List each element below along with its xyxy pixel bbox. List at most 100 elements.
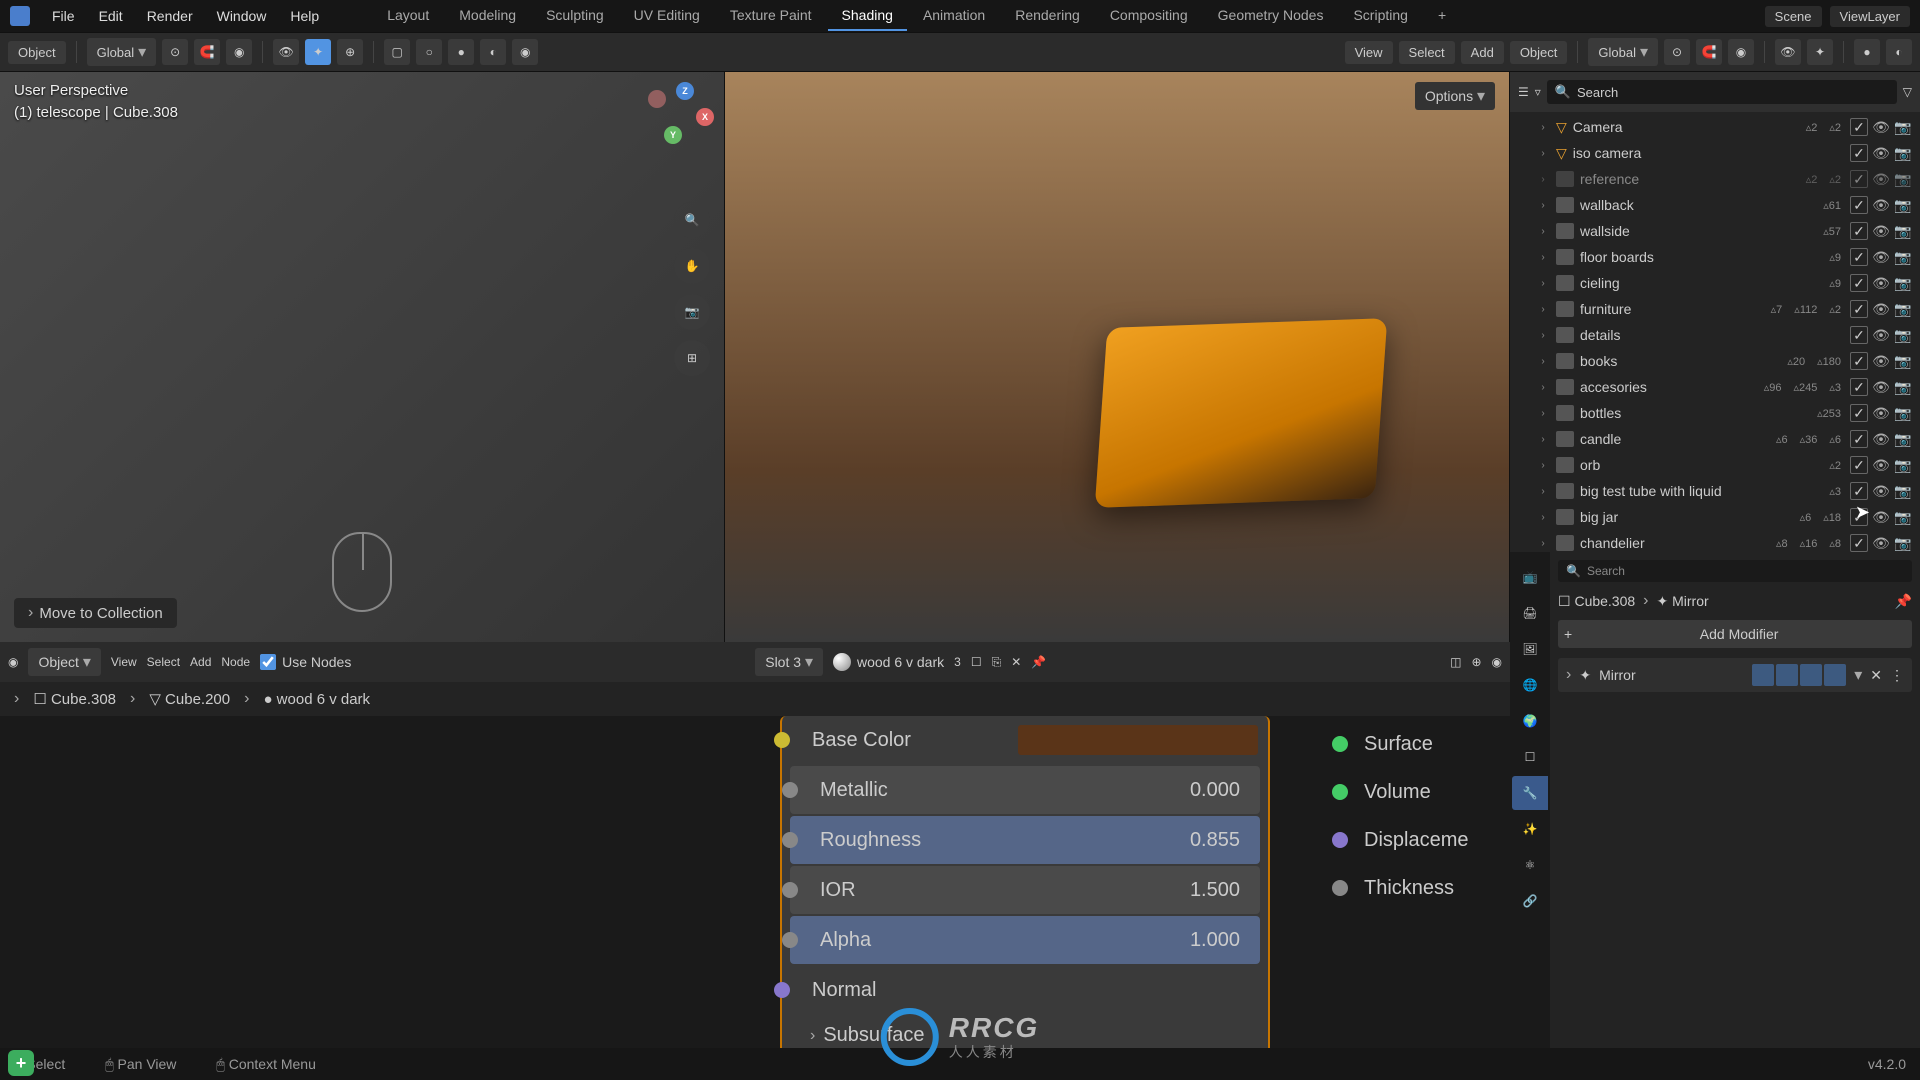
bsdf-node[interactable]: Base ColorMetallic0.000Roughness0.855IOR…	[780, 716, 1270, 1048]
prop-tab-particles[interactable]: ✨	[1512, 812, 1548, 846]
proportional-icon[interactable]: ◉	[226, 39, 252, 65]
prop-tab-render[interactable]: 📺	[1512, 560, 1548, 594]
outliner-type-icon[interactable]: ☰	[1518, 85, 1529, 99]
new-material-icon[interactable]: ☐	[971, 655, 982, 669]
material-selector[interactable]: wood 6 v dark	[833, 653, 944, 671]
tab-scripting[interactable]: Scripting	[1339, 1, 1421, 31]
outliner-item-floor-boards[interactable]: ›floor boards▵9✓👁📷	[1510, 244, 1920, 270]
filter-icon[interactable]: ▽	[1903, 85, 1912, 99]
outliner-item-furniture[interactable]: ›furniture▵7▵112▵2✓👁📷	[1510, 296, 1920, 322]
outliner-item-cieling[interactable]: ›cieling▵9✓👁📷	[1510, 270, 1920, 296]
axis-neg-icon[interactable]	[648, 90, 666, 108]
gizmo-icon[interactable]: ✦	[1807, 39, 1833, 65]
tab-compositing[interactable]: Compositing	[1096, 1, 1202, 31]
axis-x-icon[interactable]: X	[696, 108, 714, 126]
use-nodes-input[interactable]	[260, 654, 276, 670]
crumb-object[interactable]: ☐ Cube.308	[33, 690, 116, 708]
viewport-right[interactable]: Options ▾	[725, 72, 1510, 642]
prop-tab-world[interactable]: 🌍	[1512, 704, 1548, 738]
node-view-menu[interactable]: View	[111, 655, 137, 669]
node-add-menu[interactable]: Add	[190, 655, 211, 669]
camera-icon[interactable]: 📷	[674, 294, 710, 330]
properties-search[interactable]: 🔍 Search	[1558, 560, 1912, 582]
output-displaceme[interactable]: Displaceme	[1340, 816, 1510, 864]
object-menu[interactable]: Object	[1510, 41, 1568, 64]
view-menu[interactable]: View	[1345, 41, 1393, 64]
modifier-mirror[interactable]: › ✦ Mirror ▾ ✕ ⋮	[1558, 658, 1912, 692]
chevron-down-icon[interactable]: ▾	[1854, 665, 1862, 685]
node-canvas[interactable]: Base ColorMetallic0.000Roughness0.855IOR…	[0, 716, 1510, 1048]
outliner-item-reference[interactable]: ›reference▵2▵2✓👁📷	[1510, 166, 1920, 192]
use-nodes-checkbox[interactable]: Use Nodes	[260, 654, 351, 670]
material-users-count[interactable]: 3	[954, 655, 961, 669]
xray-icon[interactable]: ▢	[384, 39, 410, 65]
display-mode-icon[interactable]: ▿	[1535, 85, 1541, 99]
pivot-icon[interactable]: ⊙	[1664, 39, 1690, 65]
pivot-icon[interactable]: ⊙	[162, 39, 188, 65]
tab-sculpting[interactable]: Sculpting	[532, 1, 618, 31]
grid-icon[interactable]: ⊞	[674, 340, 710, 376]
snap-icon[interactable]: 🧲	[194, 39, 220, 65]
snap-icon[interactable]: 🧲	[1696, 39, 1722, 65]
add-menu[interactable]: Add	[1461, 41, 1504, 64]
material-slot-dropdown[interactable]: Slot 3 ▾	[755, 648, 823, 676]
visibility-icon[interactable]: 👁	[1775, 39, 1801, 65]
orientation-dropdown[interactable]: Global ▾	[87, 38, 157, 66]
pan-icon[interactable]: ✋	[674, 248, 710, 284]
pin-icon[interactable]: 📌	[1895, 593, 1912, 610]
unlink-material-icon[interactable]: ✕	[1011, 655, 1021, 669]
outliner-item-books[interactable]: ›books▵20▵180✓👁📷	[1510, 348, 1920, 374]
move-to-collection-button[interactable]: › Move to Collection	[14, 598, 177, 628]
shading-wire-icon[interactable]: ○	[416, 39, 442, 65]
node-select-menu[interactable]: Select	[147, 655, 180, 669]
axis-z-icon[interactable]: Z	[676, 82, 694, 100]
outliner-item-details[interactable]: ›details✓👁📷	[1510, 322, 1920, 348]
gizmo-icon[interactable]: ✦	[305, 39, 331, 65]
zoom-icon[interactable]: 🔍	[674, 202, 710, 238]
outliner-item-wallback[interactable]: ›wallback▵61✓👁📷	[1510, 192, 1920, 218]
node-tool-icon[interactable]: ⊕	[1471, 655, 1481, 669]
overlay-icon[interactable]: ⊕	[337, 39, 363, 65]
outliner-item-orb[interactable]: ›orb▵2✓👁📷	[1510, 452, 1920, 478]
crumb-mesh[interactable]: ▽ Cube.200	[149, 690, 230, 708]
node-mode-dropdown[interactable]: Object ▾	[28, 648, 100, 676]
modifier-editmode-icon[interactable]	[1824, 664, 1846, 686]
bsdf-roughness[interactable]: Roughness0.855	[790, 816, 1260, 864]
bsdf-base-color[interactable]: Base Color	[782, 716, 1268, 764]
menu-window[interactable]: Window	[207, 4, 277, 28]
viewport-left[interactable]: User Perspective (1) telescope | Cube.30…	[0, 72, 725, 642]
shading-solid-icon[interactable]: ●	[1854, 39, 1880, 65]
proportional-icon[interactable]: ◉	[1728, 39, 1754, 65]
menu-render[interactable]: Render	[137, 4, 203, 28]
menu-edit[interactable]: Edit	[89, 4, 133, 28]
outliner-item-iso-camera[interactable]: ›▽iso camera✓👁📷	[1510, 140, 1920, 166]
outliner-item-big-test-tube-with-liquid[interactable]: ›big test tube with liquid▵3✓👁📷	[1510, 478, 1920, 504]
shading-solid-icon[interactable]: ●	[448, 39, 474, 65]
prop-tab-modifiers[interactable]: 🔧	[1512, 776, 1548, 810]
modifier-render-icon[interactable]	[1800, 664, 1822, 686]
prop-tab-object[interactable]: ☐	[1512, 740, 1548, 774]
mode-dropdown[interactable]: Object	[8, 41, 66, 64]
outliner-search[interactable]: 🔍 Search	[1547, 80, 1897, 104]
modifier-realtime-icon[interactable]	[1776, 664, 1798, 686]
tab-animation[interactable]: Animation	[909, 1, 999, 31]
tab-rendering[interactable]: Rendering	[1001, 1, 1094, 31]
outliner-item-accesories[interactable]: ›accesories▵96▵245▵3✓👁📷	[1510, 374, 1920, 400]
outliner-item-camera[interactable]: ›▽Camera▵2▵2✓👁📷	[1510, 114, 1920, 140]
add-modifier-button[interactable]: + Add Modifier	[1558, 620, 1912, 648]
more-icon[interactable]: ⋮	[1890, 667, 1904, 684]
tab-shading[interactable]: Shading	[828, 1, 907, 31]
prop-tab-output[interactable]: 🖨	[1512, 596, 1548, 630]
output-thickness[interactable]: Thickness	[1340, 864, 1510, 912]
tab-texturepaint[interactable]: Texture Paint	[716, 1, 826, 31]
modifier-mode-icon[interactable]	[1752, 664, 1774, 686]
bsdf-alpha[interactable]: Alpha1.000	[790, 916, 1260, 964]
crumb-material[interactable]: ● wood 6 v dark	[263, 691, 370, 708]
orientation-dropdown-right[interactable]: Global ▾	[1588, 38, 1658, 66]
shading-rendered-icon[interactable]: ◉	[512, 39, 538, 65]
axis-gizmo[interactable]: Z X Y	[646, 82, 706, 142]
tab-modeling[interactable]: Modeling	[445, 1, 530, 31]
tab-layout[interactable]: Layout	[373, 1, 443, 31]
add-workspace-button[interactable]: +	[1424, 1, 1460, 31]
breadcrumb-object[interactable]: ☐ Cube.308	[1558, 593, 1635, 610]
